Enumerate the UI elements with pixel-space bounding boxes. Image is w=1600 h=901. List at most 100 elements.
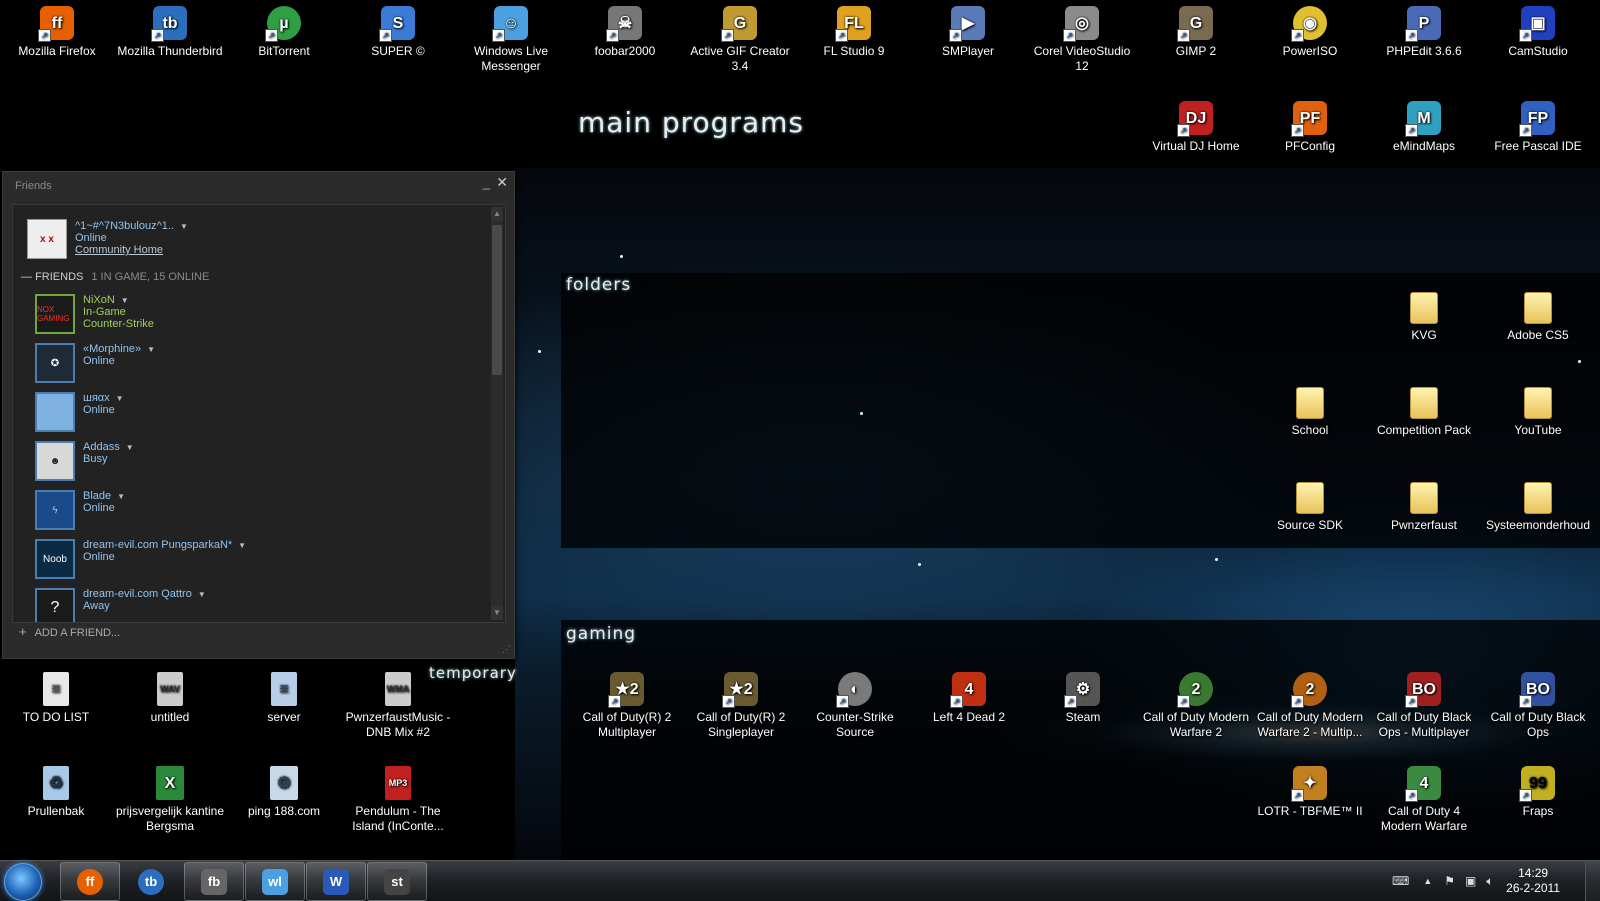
taskbar-button[interactable]: W [306,862,366,901]
network-icon[interactable]: ▣ [1465,874,1476,888]
clock[interactable]: 14:29 26-2-2011 [1506,866,1560,896]
friend-entry[interactable]: ϟ Blade ▼ Online [35,490,475,536]
desktop-icon[interactable]: µ ↗ BitTorrent [228,6,340,59]
friend-entry[interactable]: Noob dream-evil.com PungsparkaN* ▼ Online [35,539,475,585]
friend-entry[interactable]: ? dream-evil.com Qattro ▼ Away [35,588,475,622]
friend-name[interactable]: шяαх ▼ [83,392,124,404]
friends-window[interactable]: Friends _ ✕ x x ^1~#^7N3bulouz^1.. ▼ Onli… [2,171,515,659]
desktop-icon[interactable]: FL ↗ FL Studio 9 [798,6,910,59]
desktop-folder[interactable]: School [1254,387,1366,438]
show-hidden-icons-icon[interactable]: ▲ [1423,876,1432,886]
show-desktop-button[interactable] [1585,861,1600,901]
desktop-icon[interactable]: BO ↗ Call of Duty Black Ops [1482,672,1594,740]
desktop-folder[interactable]: Adobe CS5 [1482,292,1594,343]
dropdown-caret-icon[interactable]: ▼ [238,541,246,550]
desktop-icon[interactable]: P ↗ PHPEdit 3.6.6 [1368,6,1480,59]
desktop-icon[interactable]: PF ↗ PFConfig [1254,101,1366,154]
dropdown-caret-icon[interactable]: ▼ [121,296,129,305]
desktop-folder[interactable]: Source SDK [1254,482,1366,533]
desktop-file[interactable]: Xprijsvergelijk kantine Bergsma [114,766,226,834]
desktop-file[interactable]: ⚙ ping 188.com [228,766,340,819]
taskbar-button[interactable]: st [367,862,427,901]
friend-name[interactable]: Addass ▼ [83,441,134,453]
dropdown-caret-icon[interactable]: ▼ [198,590,206,599]
desktop-folder[interactable]: Pwnzerfaust [1368,482,1480,533]
friend-name[interactable]: dream-evil.com Qattro ▼ [83,588,206,600]
friend-avatar[interactable]: ? [35,588,75,622]
friend-entry[interactable]: шяαх ▼ Online [35,392,475,438]
desktop-icon[interactable]: ◎ ↗ Corel VideoStudio 12 [1026,6,1138,74]
minimize-button[interactable]: _ [483,175,490,190]
desktop-file[interactable]: ♻ Prullenbak [0,766,112,819]
dropdown-caret-icon[interactable]: ▼ [180,222,188,231]
dropdown-caret-icon[interactable]: ▼ [116,394,124,403]
friend-entry[interactable]: ☻ Addass ▼ Busy [35,441,475,487]
friend-name[interactable]: NiXoN ▼ [83,294,129,306]
scroll-down-icon[interactable]: ▼ [491,606,503,620]
close-button[interactable]: ✕ [496,174,508,191]
dropdown-caret-icon[interactable]: ▼ [117,492,125,501]
friends-list[interactable]: x x ^1~#^7N3bulouz^1.. ▼ Online Community… [12,204,506,623]
friend-entry[interactable]: NOX GAMING NiXoN ▼ In-Game Counter-Strike [35,294,475,340]
collapse-icon[interactable]: — [21,271,35,283]
desktop-icon[interactable]: tb ↗ Mozilla Thunderbird [114,6,226,59]
desktop-icon[interactable]: ★2 ↗ Call of Duty(R) 2 Multiplayer [571,672,683,740]
friend-avatar[interactable]: ☻ [35,441,75,481]
desktop-icon[interactable]: ✦ ↗ LOTR - TBFME™ II [1254,766,1366,819]
desktop-icon[interactable]: ☠ ↗ foobar2000 [569,6,681,59]
desktop-file[interactable]: ≡ server [228,672,340,725]
desktop-file[interactable]: WMA PwnzerfaustMusic - DNB Mix #2 [342,672,454,740]
desktop-icon[interactable]: FP ↗ Free Pascal IDE [1482,101,1594,154]
desktop-icon[interactable]: ☺ ↗ Windows Live Messenger [455,6,567,74]
desktop-icon[interactable]: ▶ ↗ SMPlayer [912,6,1024,59]
dropdown-caret-icon[interactable]: ▼ [126,443,134,452]
friend-name[interactable]: «Morphine» ▼ [83,343,155,355]
desktop-file[interactable]: ≡ TO DO LIST [0,672,112,725]
desktop-icon[interactable]: DJ ↗ Virtual DJ Home [1140,101,1252,154]
taskbar-button[interactable]: wl [245,862,305,901]
scrollbar-thumb[interactable] [492,225,502,375]
desktop-icon[interactable]: M ↗ eMindMaps [1368,101,1480,154]
desktop-icon[interactable]: 2 ↗ Call of Duty Modern Warfare 2 - Multip… [1254,672,1366,740]
desktop-icon[interactable]: G ↗ GIMP 2 [1140,6,1252,59]
friend-name[interactable]: dream-evil.com PungsparkaN* ▼ [83,539,246,551]
friend-avatar[interactable]: NOX GAMING [35,294,75,334]
desktop-icon[interactable]: ▣ ↗ CamStudio [1482,6,1594,59]
dropdown-caret-icon[interactable]: ▼ [147,345,155,354]
desktop-icon[interactable]: ◐ ↗ Counter-Strike Source [799,672,911,740]
desktop-icon[interactable]: G ↗ Active GIF Creator 3.4 [684,6,796,74]
desktop-icon[interactable]: 2 ↗ Call of Duty Modern Warfare 2 [1140,672,1252,740]
taskbar-button[interactable]: tb [121,862,181,901]
friend-avatar[interactable]: ϟ [35,490,75,530]
start-button[interactable] [4,863,42,901]
community-home-link[interactable]: Community Home [75,244,163,256]
friend-entry[interactable]: ✪ «Morphine» ▼ Online [35,343,475,389]
desktop-icon[interactable]: 4 ↗ Left 4 Dead 2 [913,672,1025,725]
desktop-folder[interactable]: Systeemonderhoud [1482,482,1594,533]
desktop-icon[interactable]: 99 ↗ Fraps [1482,766,1594,819]
friend-avatar[interactable] [35,392,75,432]
desktop-icon[interactable]: ⚙ ↗ Steam [1027,672,1139,725]
keyboard-icon[interactable]: ⌨ [1392,874,1409,888]
taskbar-button[interactable]: fb [184,862,244,901]
desktop-icon[interactable]: ff ↗ Mozilla Firefox [1,6,113,59]
resize-grip-icon[interactable]: ⋰ [502,644,511,655]
desktop-icon[interactable]: ◉ ↗ PowerISO [1254,6,1366,59]
desktop-folder[interactable]: YouTube [1482,387,1594,438]
taskbar-button[interactable]: ff [60,862,120,901]
my-avatar[interactable]: x x [27,219,67,259]
friends-section-header[interactable]: — FRIENDS 1 IN GAME, 15 ONLINE [21,271,209,283]
scrollbar[interactable]: ▲ ▼ [491,207,503,620]
friend-avatar[interactable]: Noob [35,539,75,579]
desktop-folder[interactable]: KVG [1368,292,1480,343]
scroll-up-icon[interactable]: ▲ [491,207,503,221]
desktop-icon[interactable]: S ↗ SUPER © [342,6,454,59]
add-friend-button[interactable]: + ADD A FRIEND... [19,624,120,639]
friend-name[interactable]: Blade ▼ [83,490,125,502]
desktop-icon[interactable]: BO ↗ Call of Duty Black Ops - Multiplayer [1368,672,1480,740]
friend-avatar[interactable]: ✪ [35,343,75,383]
desktop-icon[interactable]: 4 ↗ Call of Duty 4 Modern Warfare [1368,766,1480,834]
volume-icon[interactable]: 🔈︎ [1486,874,1493,889]
desktop-file[interactable]: MP3 Pendulum - The Island (InConte... [342,766,454,834]
desktop-folder[interactable]: Competition Pack [1368,387,1480,438]
